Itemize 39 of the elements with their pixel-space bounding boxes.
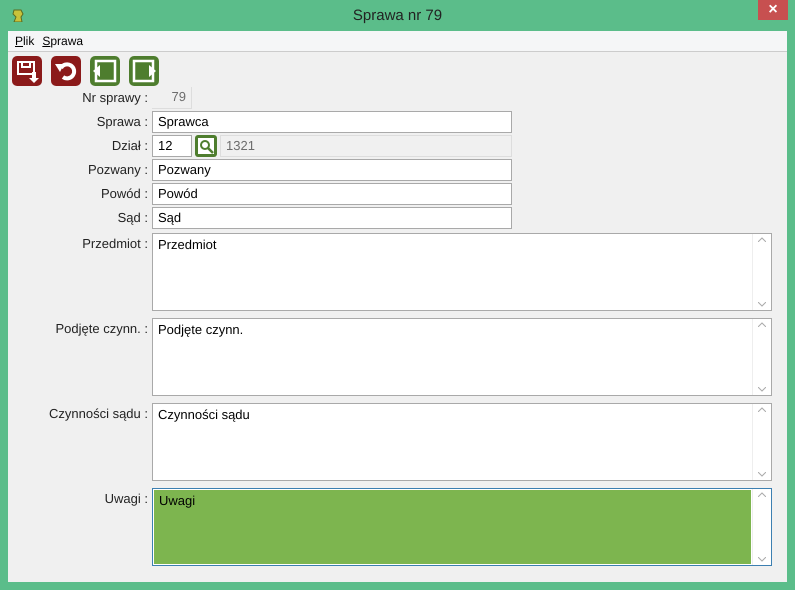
- previous-icon[interactable]: [89, 55, 121, 87]
- search-button[interactable]: [195, 135, 217, 157]
- text-field[interactable]: Powód: [152, 183, 512, 205]
- menu-item[interactable]: Plik: [11, 34, 38, 48]
- field-label: Nr sprawy :: [81, 89, 148, 107]
- next-icon[interactable]: [128, 55, 160, 87]
- field-label: Sprawa :: [96, 113, 148, 131]
- scroll-down-icon[interactable]: [758, 472, 766, 477]
- text-area[interactable]: Przedmiot: [152, 233, 772, 311]
- text-field[interactable]: Sprawca: [152, 111, 512, 133]
- scroll-down-icon[interactable]: [758, 302, 766, 307]
- scroll-down-icon[interactable]: [758, 387, 766, 392]
- field-label: Sąd :: [116, 209, 148, 227]
- menu-item[interactable]: Sprawa: [38, 34, 88, 48]
- field-label: Powód :: [100, 185, 148, 203]
- scroll-up-icon[interactable]: [758, 237, 766, 242]
- text-area[interactable]: Czynności sądu: [152, 403, 772, 481]
- text-area[interactable]: Uwagi: [152, 488, 772, 566]
- scroll-up-icon[interactable]: [758, 492, 766, 497]
- value-text: 79: [152, 87, 192, 109]
- field-label: Podjęte czynn. :: [54, 320, 148, 337]
- text-field[interactable]: 12: [152, 135, 192, 157]
- field-label: Przedmiot :: [81, 235, 148, 252]
- window-title: Sprawa nr 79: [352, 7, 442, 24]
- scroll-up-icon[interactable]: [758, 322, 766, 327]
- app-logo-icon: [12, 8, 24, 22]
- save-icon[interactable]: [11, 55, 43, 87]
- text-field[interactable]: Pozwany: [152, 159, 512, 181]
- close-button[interactable]: ×: [758, 0, 788, 20]
- text-field[interactable]: Sąd: [152, 207, 512, 229]
- text-area[interactable]: Podjęte czynn.: [152, 318, 772, 396]
- field-label: Pozwany :: [87, 161, 148, 179]
- scroll-up-icon[interactable]: [758, 407, 766, 412]
- field-label: Czynności sądu :: [48, 405, 148, 422]
- scroll-down-icon[interactable]: [758, 557, 766, 562]
- field-label: Uwagi :: [104, 490, 148, 507]
- undo-icon[interactable]: [50, 55, 82, 87]
- readonly-field: 1321: [220, 135, 512, 157]
- field-label: Dział :: [110, 137, 148, 155]
